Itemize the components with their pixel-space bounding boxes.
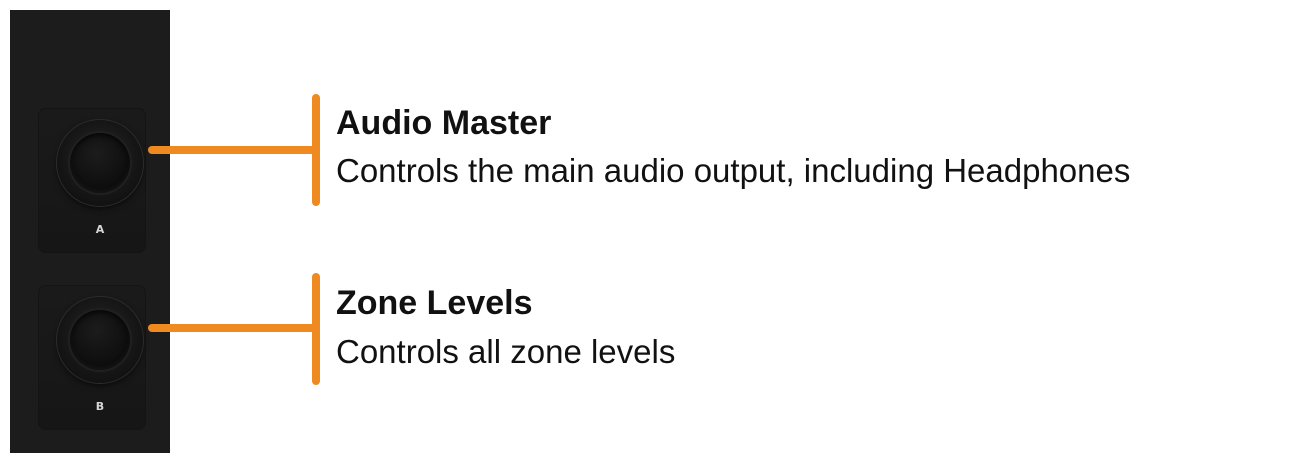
knob-b[interactable] <box>57 297 143 383</box>
device-panel: A B <box>10 10 170 453</box>
knob-a-label: A <box>95 223 105 236</box>
knob-a[interactable] <box>57 120 143 206</box>
callout-zone-levels-bracket <box>312 273 320 385</box>
callout-audio-master-title: Audio Master <box>336 104 552 142</box>
callout-audio-master-bracket <box>312 94 320 206</box>
callout-zone-levels-description: Controls all zone levels <box>336 333 676 370</box>
callout-zone-levels-title: Zone Levels <box>336 284 533 322</box>
callout-audio-master-description: Controls the main audio output, includin… <box>336 152 1131 189</box>
callout-audio-master-connector <box>148 146 320 154</box>
callout-zone-levels-connector <box>148 324 320 332</box>
knob-b-cap <box>70 310 130 370</box>
knob-b-label: B <box>95 400 105 413</box>
knob-a-cap <box>70 133 130 193</box>
